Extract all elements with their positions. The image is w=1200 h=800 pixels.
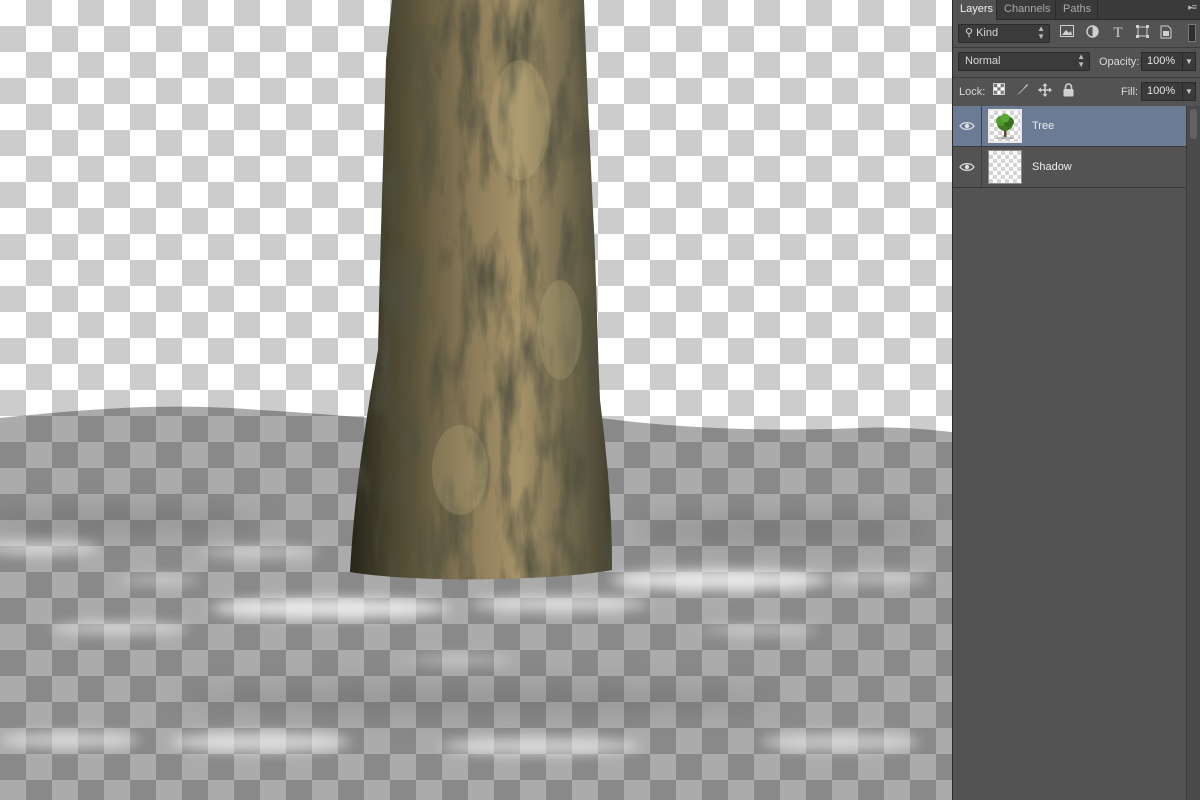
scrollbar-thumb[interactable] — [1190, 109, 1197, 139]
opacity-label: Opacity: — [1099, 56, 1140, 68]
layers-panel: Layers Channels Paths ▸≡ ⚲ Kind ▲ ▼ T Norm… — [952, 0, 1200, 800]
tab-channels[interactable]: Channels — [997, 0, 1056, 19]
layer-divider — [981, 147, 982, 187]
visibility-eye-icon[interactable] — [959, 159, 975, 175]
opacity-field[interactable]: 100% — [1141, 52, 1183, 71]
opacity-dropdown-icon[interactable]: ▼ — [1182, 52, 1196, 71]
fill-field[interactable]: 100% — [1141, 82, 1183, 101]
filter-toggle-switch[interactable] — [1188, 24, 1196, 42]
panel-menu-icon[interactable]: ▸≡ — [1188, 2, 1197, 13]
lock-transparent-pixels-icon[interactable] — [991, 83, 1007, 99]
select-arrows-icon: ▲ ▼ — [1077, 52, 1085, 69]
lock-row: Lock: Fill: 100% ▼ — [953, 78, 1200, 108]
layer-name: Tree — [1032, 120, 1055, 132]
layer-row-shadow[interactable]: Shadow — [953, 147, 1187, 188]
transparent-thumbnail[interactable] — [988, 150, 1022, 184]
lock-all-icon[interactable] — [1060, 83, 1076, 99]
layers-list: Tree Shadow — [953, 106, 1187, 188]
layer-filter-row: ⚲ Kind ▲ ▼ T — [953, 20, 1200, 48]
fill-dropdown-icon[interactable]: ▼ — [1182, 82, 1196, 101]
tab-paths[interactable]: Paths — [1056, 0, 1098, 19]
lock-image-pixels-icon[interactable] — [1014, 83, 1030, 99]
panel-tab-bar: Layers Channels Paths ▸≡ — [953, 0, 1200, 20]
shape-filter-icon[interactable] — [1134, 25, 1150, 41]
visibility-eye-icon[interactable] — [959, 118, 975, 134]
layer-row-tree[interactable]: Tree — [953, 106, 1187, 147]
pixel-filter-icon[interactable] — [1059, 25, 1075, 41]
blend-row: Normal ▲ ▼ Opacity: 100% ▼ — [953, 48, 1200, 78]
fill-label: Fill: — [1121, 86, 1139, 98]
lock-label: Lock: — [959, 86, 986, 98]
select-arrows-icon: ▲ ▼ — [1037, 24, 1045, 41]
filter-kind-select[interactable]: ⚲ Kind ▲ ▼ — [958, 24, 1050, 43]
layer-name: Shadow — [1032, 161, 1072, 173]
lock-position-icon[interactable] — [1037, 83, 1053, 99]
smart-object-filter-icon[interactable] — [1158, 25, 1174, 41]
type-filter-icon[interactable]: T — [1110, 25, 1126, 41]
panel-scrollbar[interactable] — [1186, 106, 1200, 800]
blend-mode-value: Normal — [965, 55, 1001, 67]
search-icon: ⚲ — [965, 27, 974, 39]
document-canvas[interactable] — [0, 0, 952, 800]
tree-layer-content — [350, 0, 612, 580]
blend-mode-select[interactable]: Normal ▲ ▼ — [958, 52, 1090, 71]
tree-thumbnail[interactable] — [988, 109, 1022, 143]
filter-kind-label: Kind — [976, 27, 999, 39]
adjustment-filter-icon[interactable] — [1084, 25, 1100, 41]
layer-divider — [981, 106, 982, 146]
tab-layers[interactable]: Layers — [953, 0, 997, 20]
